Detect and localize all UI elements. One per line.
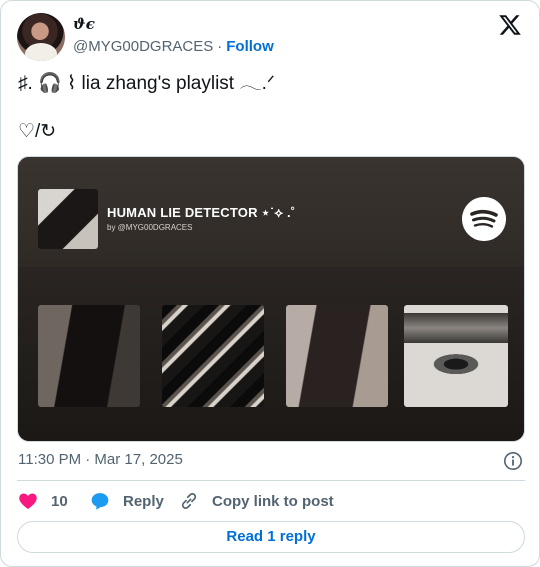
divider [17, 480, 525, 481]
display-name[interactable]: ϑє [73, 15, 95, 33]
reply-bubble-icon [91, 493, 109, 510]
reply-button[interactable]: Reply [90, 491, 164, 511]
playlist-cover-image [38, 189, 98, 249]
timestamp[interactable]: 11:30 PM · Mar 17, 2025 [18, 451, 183, 468]
user-handle[interactable]: @MYG00DGRACES [73, 38, 213, 55]
tweet-card: ϑє @MYG00DGRACES · Follow ♯. 🎧 ⌇ lia zhang… [0, 0, 540, 567]
separator-dot: · [217, 38, 223, 55]
link-icon [181, 493, 197, 509]
playlist-title: HUMAN LIE DETECTOR ⋆˙⟡ .˚ [107, 205, 296, 220]
playlist-photo-4 [404, 305, 508, 407]
tweet-text-line-2: ♡/↻ [18, 121, 57, 142]
playlist-photo-1 [38, 305, 140, 407]
playlist-photo-3 [286, 305, 388, 407]
playlist-photo-2 [162, 305, 264, 407]
handle-line: @MYG00DGRACES · Follow [73, 38, 274, 55]
like-count: 10 [51, 492, 68, 510]
read-replies-button[interactable]: Read 1 reply [17, 521, 525, 553]
info-icon[interactable] [503, 451, 523, 471]
heart-icon [19, 493, 37, 509]
reply-label: Reply [123, 492, 164, 510]
tweet-text-line-1: ♯. 🎧 ⌇ lia zhang's playlist 𓂃.ᐟ [18, 73, 275, 94]
playlist-embed[interactable]: HUMAN LIE DETECTOR ⋆˙⟡ .˚ by @MYG00DGRAC… [17, 156, 525, 442]
playlist-byline: by @MYG00DGRACES [107, 223, 193, 232]
follow-button[interactable]: Follow [226, 38, 274, 55]
avatar[interactable] [17, 13, 65, 61]
spotify-icon [462, 197, 506, 241]
copy-link-button[interactable]: Copy link to post [179, 491, 334, 511]
x-logo-icon[interactable] [498, 13, 522, 37]
copy-link-label: Copy link to post [212, 492, 334, 510]
like-button[interactable]: 10 [18, 491, 68, 511]
